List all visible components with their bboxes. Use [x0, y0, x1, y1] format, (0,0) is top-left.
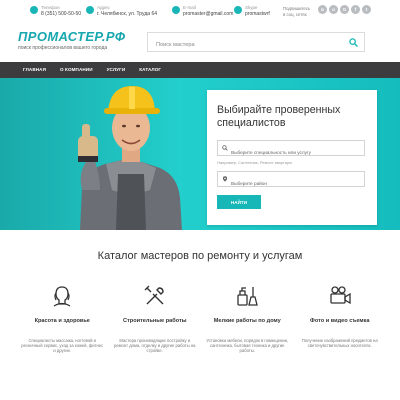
camera-icon	[330, 286, 351, 305]
phone-value[interactable]: 8 (351) 500-50-50	[41, 11, 81, 17]
catalog-item-beauty[interactable]: Красота и здоровье Специалисты массажа, …	[20, 284, 105, 354]
subscribe-text: Подпишитесь в соц. сетях	[283, 6, 310, 17]
address-value: г. Челябинск, ул. Труда 64	[97, 11, 158, 17]
search-form-card: Выбирайте проверенных специалистов Напри…	[207, 90, 377, 225]
catalog-item-construction[interactable]: Строительные работы Мастера производящие…	[113, 284, 198, 354]
odnoklassniki-icon[interactable]: о	[329, 5, 338, 14]
nav-item-services[interactable]: УСЛУГИ	[100, 62, 133, 78]
site-logo[interactable]: ПРОМАСТЕР.РФ поиск профессионалов вашего…	[18, 30, 126, 51]
contact-skype: Skype promastwrf	[234, 5, 270, 17]
vk-icon[interactable]: в	[318, 5, 327, 14]
catalog-item-name: Фото и видео съемка	[310, 318, 370, 324]
search-icon[interactable]	[349, 38, 358, 47]
facebook-icon[interactable]: f	[351, 5, 360, 14]
skype-icon	[234, 6, 242, 14]
worker-image	[78, 86, 182, 230]
subscribe-line-2: в соц. сетях	[283, 11, 307, 17]
nav-item-catalog[interactable]: КАТАЛОГ	[132, 62, 168, 78]
catalog-item-household[interactable]: Мелкие работы по дому Установка мебели, …	[205, 284, 290, 354]
specialty-input[interactable]	[218, 145, 358, 160]
top-contact-bar: Телефон 8 (351) 500-50-50 Адрес г. Челяб…	[0, 0, 400, 22]
district-input[interactable]	[218, 176, 358, 191]
contact-email: E-mail promaster@gmail.com	[172, 5, 233, 17]
location-icon	[86, 6, 94, 14]
catalog-item-desc: Получение изображений предметов на свето…	[301, 338, 378, 349]
twitter-icon[interactable]: t	[362, 5, 371, 14]
specialty-field-wrap	[217, 140, 365, 160]
skype-value[interactable]: promastwrf	[245, 11, 270, 17]
specialty-example: Например: Сантехник, Ремонт квартиры	[217, 160, 293, 165]
search-icon	[222, 145, 228, 151]
search-box	[147, 32, 365, 54]
google-plus-icon[interactable]: G	[340, 5, 349, 14]
logo-subtitle: поиск профессионалов вашего города	[18, 45, 108, 51]
logo-title: ПРОМАСТЕР.РФ	[18, 29, 126, 44]
hero-title: Выбирайте проверенных специалистов	[217, 104, 341, 129]
catalog-item-name: Строительные работы	[123, 318, 187, 324]
search-input[interactable]	[148, 36, 338, 54]
site-header: ПРОМАСТЕР.РФ поиск профессионалов вашего…	[0, 22, 400, 62]
catalog-item-name: Красота и здоровье	[34, 318, 90, 324]
beauty-icon	[53, 286, 71, 307]
contact-phone: Телефон 8 (351) 500-50-50	[30, 5, 81, 17]
hero-banner: Выбирайте проверенных специалистов Напри…	[0, 78, 400, 230]
catalog-item-name: Мелкие работы по дому	[213, 318, 281, 324]
catalog-item-desc: Специалисты массажа, ногтевой и ресничны…	[21, 338, 104, 354]
district-field-wrap	[217, 171, 365, 191]
email-icon	[172, 6, 180, 14]
cleaning-icon	[237, 287, 259, 306]
catalog-title: Каталог мастеров по ремонту и услугам	[97, 250, 303, 262]
catalog-list: Красота и здоровье Специалисты массажа, …	[20, 284, 390, 354]
phone-icon	[30, 6, 38, 14]
catalog-item-photo-video[interactable]: Фото и видео съемка Получение изображени…	[298, 284, 383, 354]
email-value[interactable]: promaster@gmail.com	[183, 11, 233, 17]
social-links: в о G f t	[318, 5, 371, 14]
catalog-item-desc: Установка мебели, порядок в помещении, с…	[206, 338, 289, 354]
contact-address: Адрес г. Челябинск, ул. Труда 64	[86, 5, 157, 17]
location-pin-icon	[222, 176, 228, 182]
nav-item-about[interactable]: О КОМПАНИИ	[53, 62, 100, 78]
nav-item-home[interactable]: ГЛАВНАЯ	[16, 62, 53, 78]
find-button[interactable]: НАЙТИ	[217, 195, 261, 209]
catalog-item-desc: Мастера производящие постройку и ремонт …	[113, 338, 196, 354]
tools-icon	[144, 285, 164, 305]
main-nav: ГЛАВНАЯ О КОМПАНИИ УСЛУГИ КАТАЛОГ	[0, 62, 400, 78]
